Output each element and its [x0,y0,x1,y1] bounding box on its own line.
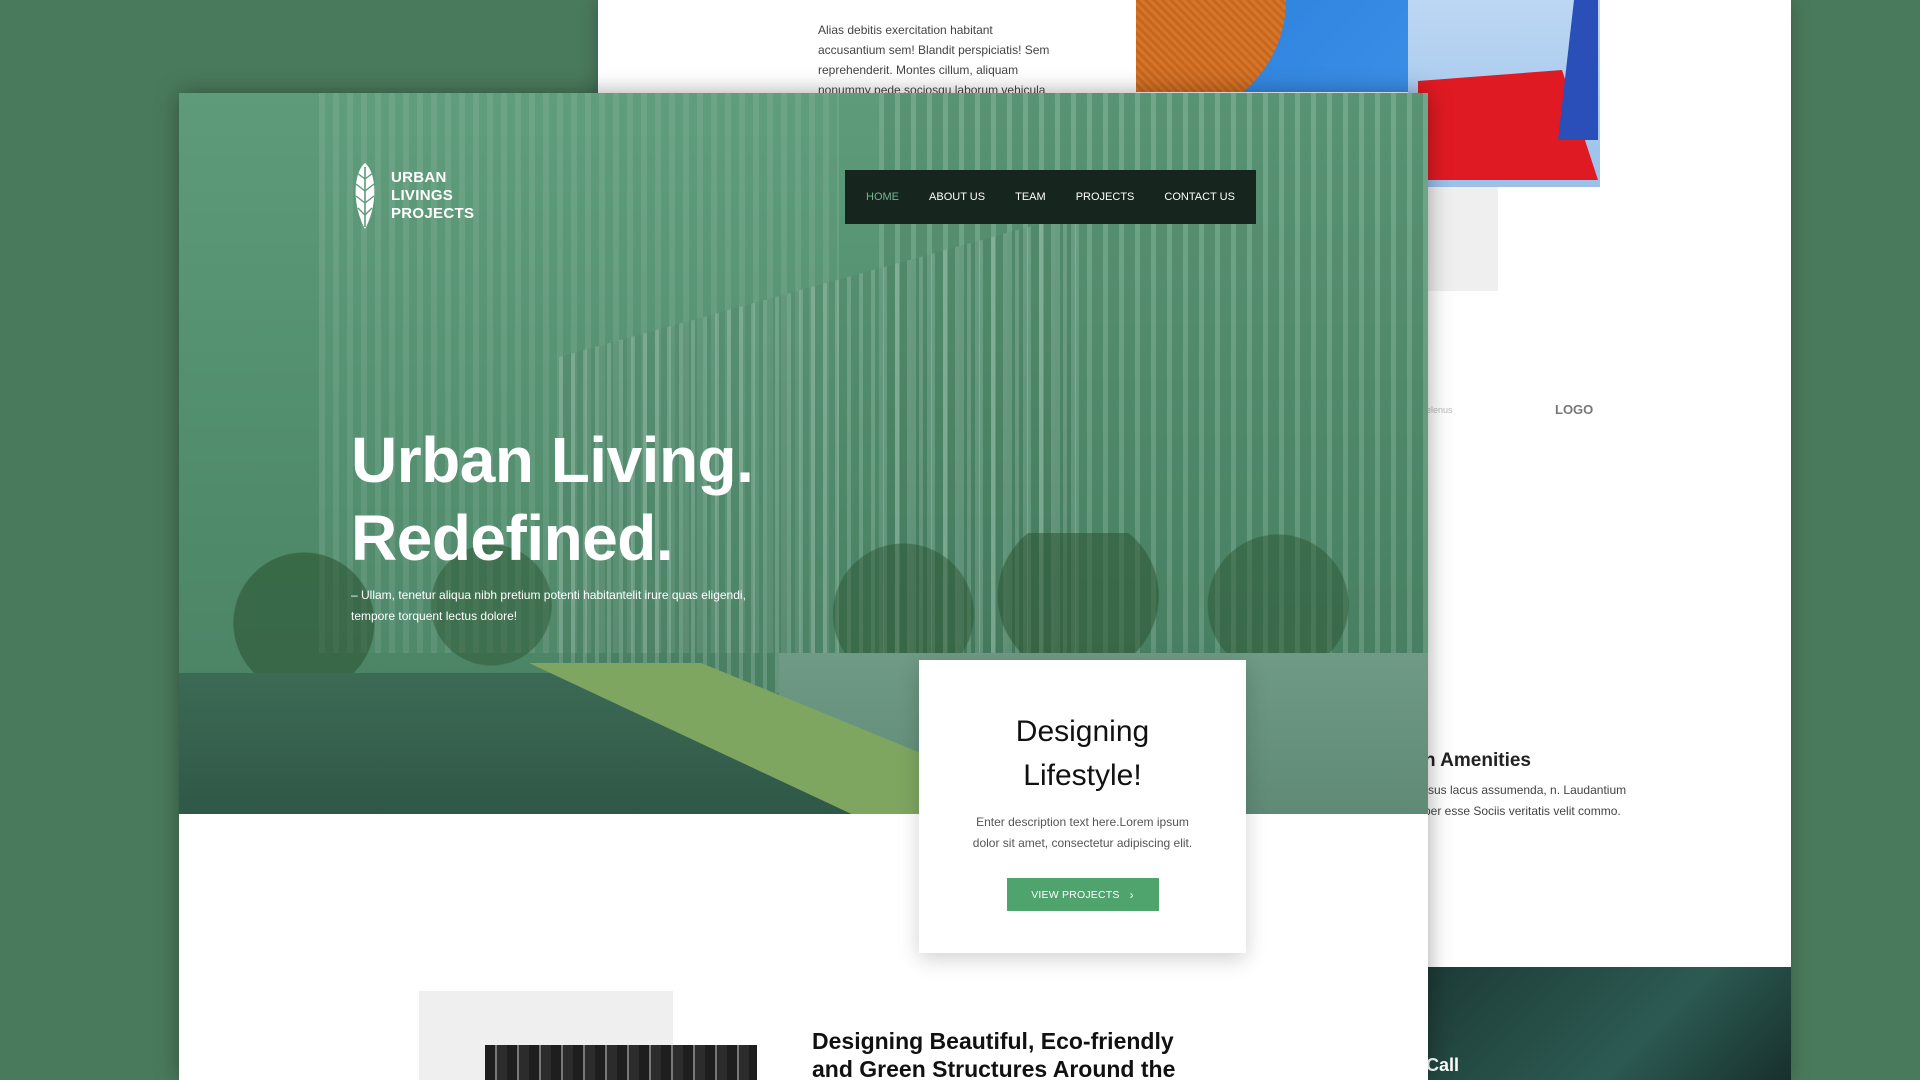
card-title-line-1: Designing [1015,715,1150,748]
red-architecture-image [1408,0,1600,187]
section-title-line-2: and Green Structures Around the [812,1056,1176,1080]
hero-subline: – Ullam, tenetur aliqua nibh pretium pot… [351,588,746,623]
card-title: Designing Lifestyle! [919,710,1246,798]
nav-contact-us[interactable]: CONTACT US [1160,185,1239,209]
hero-headline-line-2: Redefined. [351,502,674,574]
back-tiny-text: elenus [1426,405,1453,415]
nav-home[interactable]: HOME [862,185,903,209]
hero-headline: Urban Living. Redefined. [351,421,754,577]
back-intro-text: Alias debitis exercitation habitant accu… [818,23,1050,97]
call-label: Call [1426,1055,1460,1075]
orange-building-shape [1136,0,1286,92]
lifestyle-card: Designing Lifestyle! Enter description t… [919,660,1246,953]
hero-headline-line-1: Urban Living. [351,424,754,496]
amenities-title: n Amenities [1424,750,1531,771]
orange-architecture-image [1136,0,1408,92]
nav-team[interactable]: TEAM [1011,185,1050,209]
chevron-right-icon: › [1129,887,1134,902]
leaf-logo-icon [355,163,375,229]
brand-logo[interactable]: URBAN LIVINGS PROJECTS [351,161,474,231]
nav-projects[interactable]: PROJECTS [1072,185,1139,209]
main-nav: HOME ABOUT US TEAM PROJECTS CONTACT US [845,170,1256,224]
front-page-preview: URBAN LIVINGS PROJECTS HOME ABOUT US TEA… [179,93,1428,1080]
section-title-line-1: Designing Beautiful, Eco-friendly [812,1028,1174,1054]
view-projects-label: VIEW PROJECTS [1031,888,1120,901]
brand-line-1: URBAN [391,169,447,186]
logo-text: LOGO [1555,402,1594,417]
section-interior-image [485,1045,757,1080]
card-title-line-2: Lifestyle! [1023,759,1142,792]
logo-placeholder: LOGO [1555,402,1593,417]
amenities-text: rsus lacus assumenda, n. Laudantium per … [1424,783,1627,818]
brand-line-3: PROJECTS [391,205,475,222]
dark-glass-image [1428,967,1791,1080]
view-projects-button[interactable]: VIEW PROJECTS › [1006,878,1159,911]
brand-name: URBAN LIVINGS PROJECTS [391,169,474,223]
brand-line-2: LIVINGS [391,187,454,204]
blue-facade-shape [1558,0,1598,140]
nav-about-us[interactable]: ABOUT US [925,185,989,209]
card-description: Enter description text here.Lorem ipsum … [972,815,1193,850]
section-title: Designing Beautiful, Eco-friendly and Gr… [812,1027,1192,1080]
